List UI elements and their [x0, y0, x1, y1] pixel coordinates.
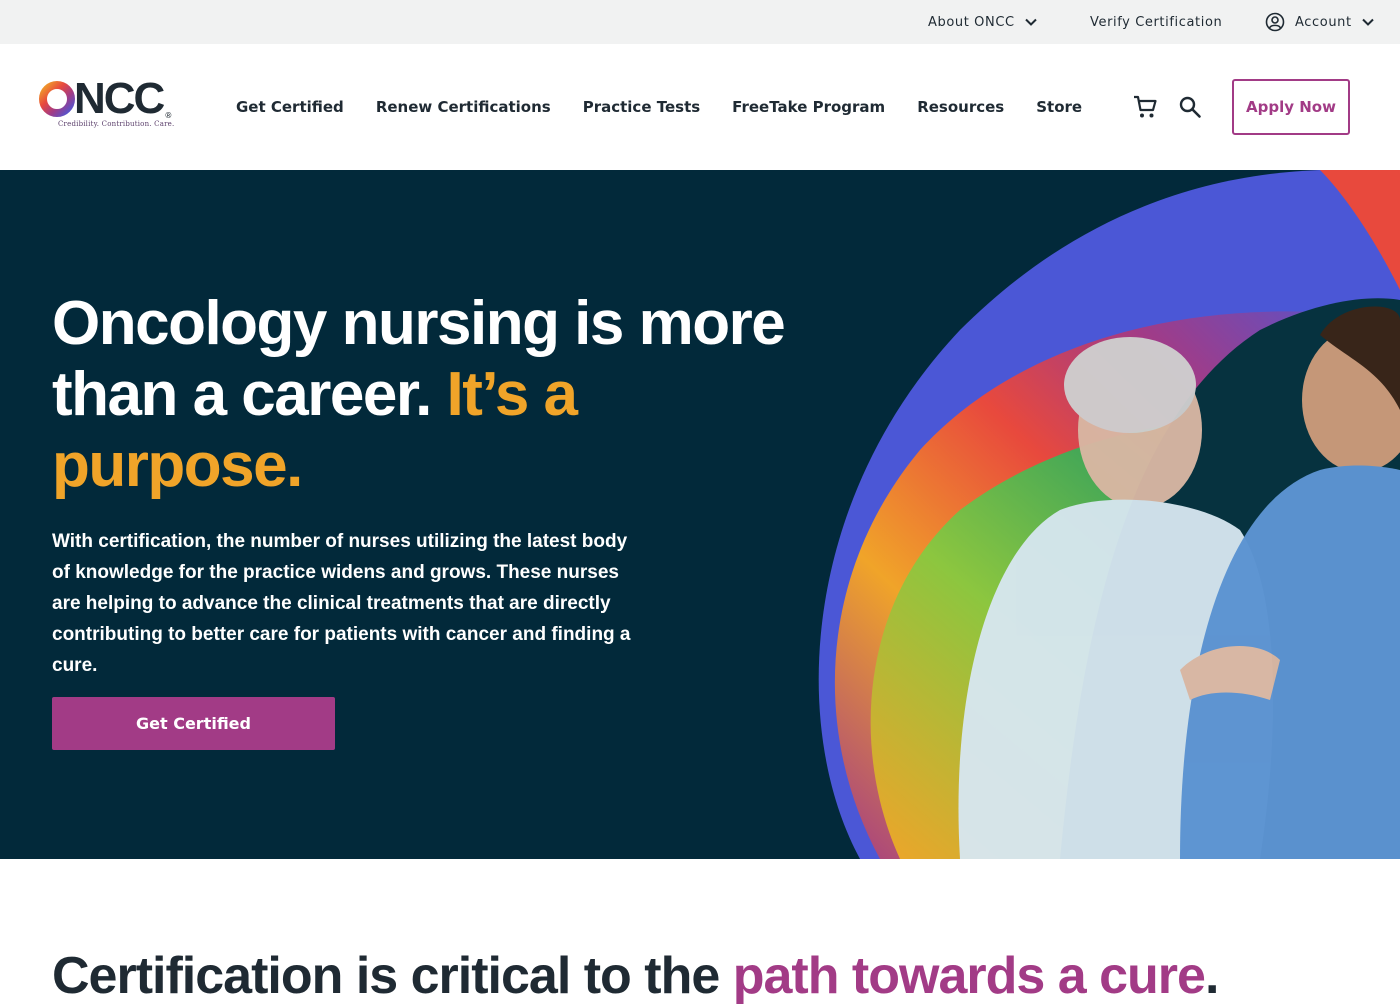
- nav-store[interactable]: Store: [1036, 98, 1082, 116]
- oncc-logo[interactable]: NCC ® Credibility. Contribution. Care.: [38, 77, 184, 134]
- user-circle-icon: [1265, 12, 1285, 32]
- hero-heading: Oncology nursing is more than a career. …: [52, 288, 832, 501]
- section-heading-main: Certification is critical to the: [52, 947, 733, 1005]
- verify-certification-label: Verify Certification: [1090, 14, 1223, 30]
- account-label: Account: [1295, 14, 1352, 30]
- section-heading-end: .: [1204, 947, 1219, 1005]
- account-menu[interactable]: Account: [1265, 0, 1375, 44]
- section-heading-accent: path towards a cure: [732, 947, 1206, 1005]
- about-oncc-menu[interactable]: About ONCC: [928, 0, 1038, 44]
- nav-resources[interactable]: Resources: [917, 98, 1004, 116]
- nav-freetake-program[interactable]: FreeTake Program: [732, 98, 885, 116]
- certification-section-heading: Certification is critical to the path to…: [52, 944, 1219, 1008]
- nav-renew-certifications[interactable]: Renew Certifications: [376, 98, 551, 116]
- hero-heading-main: Oncology nursing is more than a career.: [52, 289, 786, 429]
- nav-get-certified[interactable]: Get Certified: [236, 98, 344, 116]
- logo-tagline: Credibility. Contribution. Care.: [58, 120, 175, 128]
- hero-get-certified-button[interactable]: Get Certified: [52, 697, 335, 750]
- main-header: NCC ® Credibility. Contribution. Care. G…: [0, 44, 1400, 170]
- verify-certification-link[interactable]: Verify Certification: [1090, 0, 1222, 44]
- chevron-down-icon: [1024, 18, 1037, 26]
- logo-wordmark: NCC ®: [38, 77, 173, 121]
- nav-practice-tests[interactable]: Practice Tests: [583, 98, 700, 116]
- cart-icon[interactable]: [1132, 94, 1158, 120]
- apply-now-button[interactable]: Apply Now: [1232, 79, 1350, 135]
- utility-bar: About ONCC Verify Certification Account: [0, 0, 1400, 44]
- chevron-down-icon: [1361, 18, 1374, 26]
- hero-body-text: With certification, the number of nurses…: [52, 531, 631, 676]
- about-oncc-label: About ONCC: [928, 14, 1015, 30]
- hero-illustration: [818, 170, 1400, 859]
- logo-rainbow-o-icon: [39, 81, 75, 117]
- registered-mark: ®: [164, 111, 173, 120]
- search-icon[interactable]: [1178, 95, 1202, 119]
- primary-nav: Get Certified Renew Certifications Pract…: [236, 44, 1082, 170]
- hero-section: Oncology nursing is more than a career. …: [0, 170, 1400, 859]
